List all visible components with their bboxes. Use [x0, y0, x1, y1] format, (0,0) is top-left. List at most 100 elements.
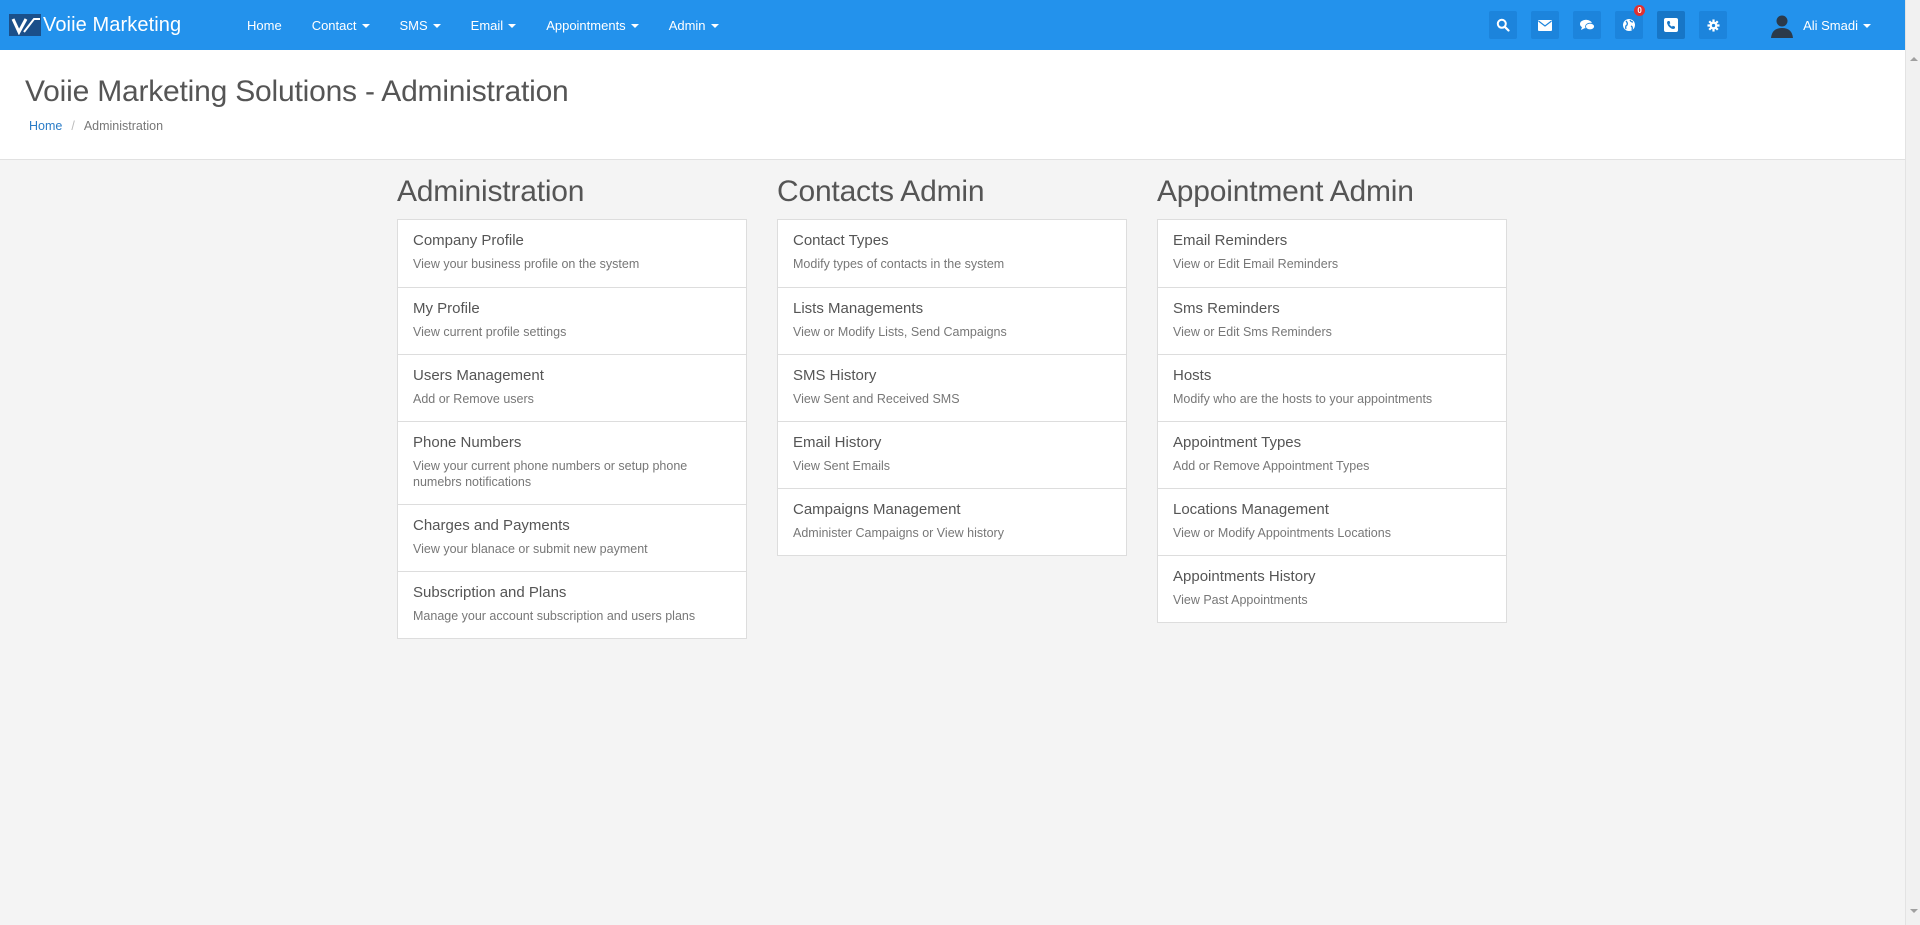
breadcrumb: Home / Administration	[29, 119, 163, 133]
avatar	[1771, 15, 1794, 38]
main-menu: Home Contact SMS Email Appointments Admi…	[232, 0, 734, 50]
nav-email-label: Email	[470, 17, 504, 33]
section-title: Contacts Admin	[777, 175, 985, 208]
appointment-admin-column: Appointment Admin Email Reminders View o…	[1157, 173, 1507, 623]
list-item-title: Charges and Payments	[413, 517, 570, 534]
contacts-admin-column: Contacts Admin Contact Types Modify type…	[777, 173, 1127, 556]
nav-email[interactable]: Email	[456, 0, 532, 50]
envelope-icon	[1538, 19, 1553, 31]
search-button[interactable]	[1489, 11, 1518, 39]
list-item-contact-types[interactable]: Contact Types Modify types of contacts i…	[778, 220, 1126, 287]
list-item-description: View Sent Emails	[793, 459, 891, 473]
caret-down-icon	[710, 23, 719, 28]
nav-sms-label: SMS	[399, 17, 428, 33]
list-item-title: SMS History	[793, 367, 877, 384]
caret-down-icon	[630, 23, 639, 28]
list-item-title: Contact Types	[793, 232, 889, 249]
vertical-scrollbar[interactable]	[1905, 0, 1920, 925]
nav-contact-label: Contact	[311, 17, 357, 33]
section-title: Appointment Admin	[1157, 175, 1414, 208]
list-item-title: Phone Numbers	[413, 434, 522, 451]
list-item-description: View your blanace or submit new payment	[413, 542, 648, 556]
list-item-description: Modify who are the hosts to your appoint…	[1173, 392, 1433, 406]
brand-link[interactable]: Voiie Marketing	[9, 0, 209, 50]
list-item-title: Campaigns Management	[793, 501, 961, 518]
phone-icon	[1664, 18, 1679, 32]
top-navbar: Voiie Marketing Home Contact SMS Email A…	[0, 0, 1905, 50]
list-item-locations-management[interactable]: Locations Management View or Modify Appo…	[1158, 488, 1506, 555]
brand-name: Voiie Marketing	[43, 13, 182, 36]
nav-appointments[interactable]: Appointments	[531, 0, 654, 50]
list-item-campaigns-management[interactable]: Campaigns Management Administer Campaign…	[778, 488, 1126, 555]
list-item-email-history[interactable]: Email History View Sent Emails	[778, 421, 1126, 488]
user-name: Ali Smadi	[1803, 17, 1858, 33]
scroll-down-icon[interactable]	[1910, 909, 1918, 913]
caret-down-icon	[1863, 23, 1871, 28]
list-item-email-reminders[interactable]: Email Reminders View or Edit Email Remin…	[1158, 220, 1506, 287]
list-item-title: Email History	[793, 434, 882, 451]
list-item-description: Modify types of contacts in the system	[793, 257, 1005, 271]
administration-list: Company Profile View your business profi…	[397, 219, 747, 639]
globe-icon	[1623, 19, 1636, 31]
user-menu[interactable]: Ali Smadi	[1769, 12, 1871, 38]
page-title: Voiie Marketing Solutions - Administrati…	[25, 75, 569, 108]
nav-home-label: Home	[247, 17, 282, 33]
scroll-up-icon[interactable]	[1910, 57, 1918, 61]
gear-icon	[1707, 18, 1720, 32]
phone-button[interactable]	[1657, 11, 1686, 39]
settings-button[interactable]	[1699, 11, 1728, 39]
breadcrumb-current: Administration	[83, 119, 164, 133]
breadcrumb-home-link[interactable]: Home	[29, 119, 62, 133]
list-item-users-management[interactable]: Users Management Add or Remove users	[398, 354, 746, 421]
list-item-title: Subscription and Plans	[413, 584, 567, 601]
list-item-appointments-history[interactable]: Appointments History View Past Appointme…	[1158, 555, 1506, 622]
contacts-admin-list: Contact Types Modify types of contacts i…	[777, 219, 1127, 556]
list-item-description: View or Edit Email Reminders	[1173, 257, 1339, 271]
caret-down-icon	[432, 23, 441, 28]
breadcrumb-separator: /	[71, 119, 75, 133]
nav-admin-label: Admin	[668, 17, 706, 33]
list-item-phone-numbers[interactable]: Phone Numbers View your current phone nu…	[398, 421, 746, 504]
list-item-title: Users Management	[413, 367, 544, 384]
section-title: Administration	[397, 175, 585, 208]
notification-badge: 0	[1634, 5, 1646, 16]
list-item-description: View or Edit Sms Reminders	[1173, 325, 1332, 339]
list-item-description: View current profile settings	[413, 325, 567, 339]
caret-down-icon	[508, 23, 517, 28]
list-item-description: Add or Remove users	[413, 392, 534, 406]
notifications-button[interactable]: 0	[1615, 5, 1646, 39]
email-button[interactable]	[1531, 11, 1560, 39]
nav-sms[interactable]: SMS	[385, 0, 456, 50]
list-item-title: Lists Managements	[793, 300, 924, 317]
list-item-description: Add or Remove Appointment Types	[1173, 459, 1370, 473]
list-item-title: My Profile	[413, 300, 480, 317]
nav-right-tools: 0 Ali Smadi	[1489, 0, 1905, 50]
list-item-title: Sms Reminders	[1173, 300, 1280, 317]
list-item-description: View Past Appointments	[1173, 593, 1308, 607]
list-item-my-profile[interactable]: My Profile View current profile settings	[398, 287, 746, 354]
nav-admin[interactable]: Admin	[654, 0, 734, 50]
list-item-title: Locations Management	[1173, 501, 1329, 518]
list-item-title: Company Profile	[413, 232, 524, 249]
search-icon	[1496, 18, 1510, 32]
list-item-description: View your business profile on the system	[413, 257, 640, 271]
list-item-description: View Sent and Received SMS	[793, 392, 960, 406]
administration-column: Administration Company Profile View your…	[397, 173, 747, 639]
list-item-subscription-plans[interactable]: Subscription and Plans Manage your accou…	[398, 571, 746, 638]
list-item-charges-payments[interactable]: Charges and Payments View your blanace o…	[398, 504, 746, 571]
list-item-description: View or Modify Appointments Locations	[1173, 526, 1391, 540]
chat-button[interactable]	[1573, 11, 1602, 39]
list-item-sms-reminders[interactable]: Sms Reminders View or Edit Sms Reminders	[1158, 287, 1506, 354]
list-item-title: Email Reminders	[1173, 232, 1288, 249]
appointment-admin-list: Email Reminders View or Edit Email Remin…	[1157, 219, 1507, 623]
list-item-company-profile[interactable]: Company Profile View your business profi…	[398, 220, 746, 287]
nav-contact[interactable]: Contact	[297, 0, 385, 50]
nav-home[interactable]: Home	[232, 0, 297, 50]
list-item-lists-managements[interactable]: Lists Managements View or Modify Lists, …	[778, 287, 1126, 354]
list-item-sms-history[interactable]: SMS History View Sent and Received SMS	[778, 354, 1126, 421]
list-item-title: Hosts	[1173, 367, 1212, 384]
list-item-appointment-types[interactable]: Appointment Types Add or Remove Appointm…	[1158, 421, 1506, 488]
caret-down-icon	[361, 23, 370, 28]
list-item-description: Administer Campaigns or View history	[793, 526, 1004, 540]
list-item-hosts[interactable]: Hosts Modify who are the hosts to your a…	[1158, 354, 1506, 421]
